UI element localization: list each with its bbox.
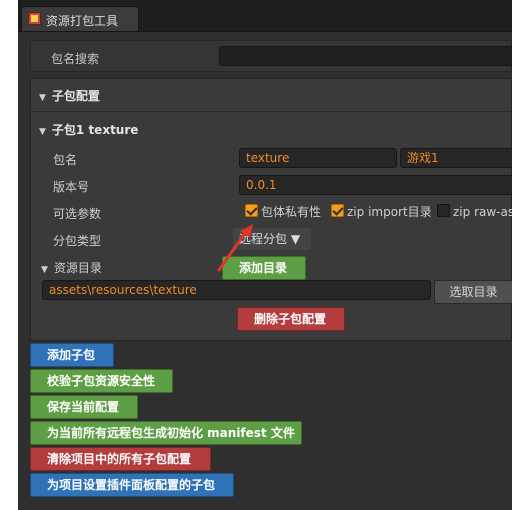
delete-subpackage-button[interactable]: 删除子包配置 xyxy=(237,307,345,331)
app-icon xyxy=(28,12,41,25)
save-config-button[interactable]: 保存当前配置 xyxy=(30,395,138,419)
subpackage-panel: ▼ 子包配置 ▼ 子包1 texture 包名 texture 游戏1 版本号 0.… xyxy=(30,78,512,341)
display-name-input[interactable]: 游戏1 xyxy=(400,148,512,168)
resource-dir-label: 资源目录 xyxy=(53,261,102,275)
verify-security-button[interactable]: 校验子包资源安全性 xyxy=(30,369,173,393)
package-type-label: 分包类型 xyxy=(53,234,102,248)
option-zip-raw-assets[interactable]: zip raw-assets目 xyxy=(437,203,512,221)
version-input[interactable]: 0.0.1 xyxy=(239,175,512,195)
tool-window: 资源打包工具 包名搜索 ▼ 子包配置 ▼ 子包1 texture 包名 textur… xyxy=(18,0,512,510)
section-subpackage-1[interactable]: ▼ 子包1 texture xyxy=(39,121,138,138)
resource-path-input[interactable]: assets\resources\texture xyxy=(42,280,431,300)
section-subpackage-config-label: 子包配置 xyxy=(51,89,100,103)
search-input[interactable] xyxy=(219,46,512,66)
resource-dir-toggle[interactable]: ▼ 资源目录 xyxy=(41,259,102,276)
section-subpackage-1-label: 子包1 texture xyxy=(51,123,139,137)
search-row: 包名搜索 xyxy=(30,40,512,72)
generate-manifest-button[interactable]: 为当前所有远程包生成初始化 manifest 文件 xyxy=(30,421,302,445)
collapse-triangle-icon: ▼ xyxy=(39,93,46,103)
checkbox-zip-import[interactable] xyxy=(331,204,344,217)
checkbox-zip-raw-assets[interactable] xyxy=(437,204,450,217)
checkbox-private[interactable] xyxy=(245,204,258,217)
option-zip-raw-assets-label: zip raw-assets目 xyxy=(453,205,512,219)
apply-plugin-config-button[interactable]: 为项目设置插件面板配置的子包 xyxy=(30,473,234,497)
version-label: 版本号 xyxy=(53,180,90,194)
search-label: 包名搜索 xyxy=(51,52,100,66)
tab-resource-pack-tool[interactable]: 资源打包工具 xyxy=(21,6,139,31)
add-subpackage-button[interactable]: 添加子包 xyxy=(30,343,114,367)
options-label: 可选参数 xyxy=(53,207,102,221)
option-zip-import-label: zip import目录 xyxy=(347,205,432,219)
collapse-triangle-icon: ▼ xyxy=(41,265,48,275)
annotation-arrow-icon xyxy=(217,224,253,272)
package-name-label: 包名 xyxy=(53,153,78,167)
tab-title: 资源打包工具 xyxy=(46,14,119,28)
divider xyxy=(31,111,511,112)
section-subpackage-config[interactable]: ▼ 子包配置 xyxy=(39,87,100,104)
option-private-label: 包体私有性 xyxy=(261,205,322,219)
package-name-input[interactable]: texture xyxy=(239,148,397,168)
tab-bar: 资源打包工具 xyxy=(18,0,512,32)
collapse-triangle-icon: ▼ xyxy=(39,127,46,137)
choose-dir-button[interactable]: 选取目录 xyxy=(434,280,512,304)
clear-configs-button[interactable]: 清除项目中的所有子包配置 xyxy=(30,447,211,471)
